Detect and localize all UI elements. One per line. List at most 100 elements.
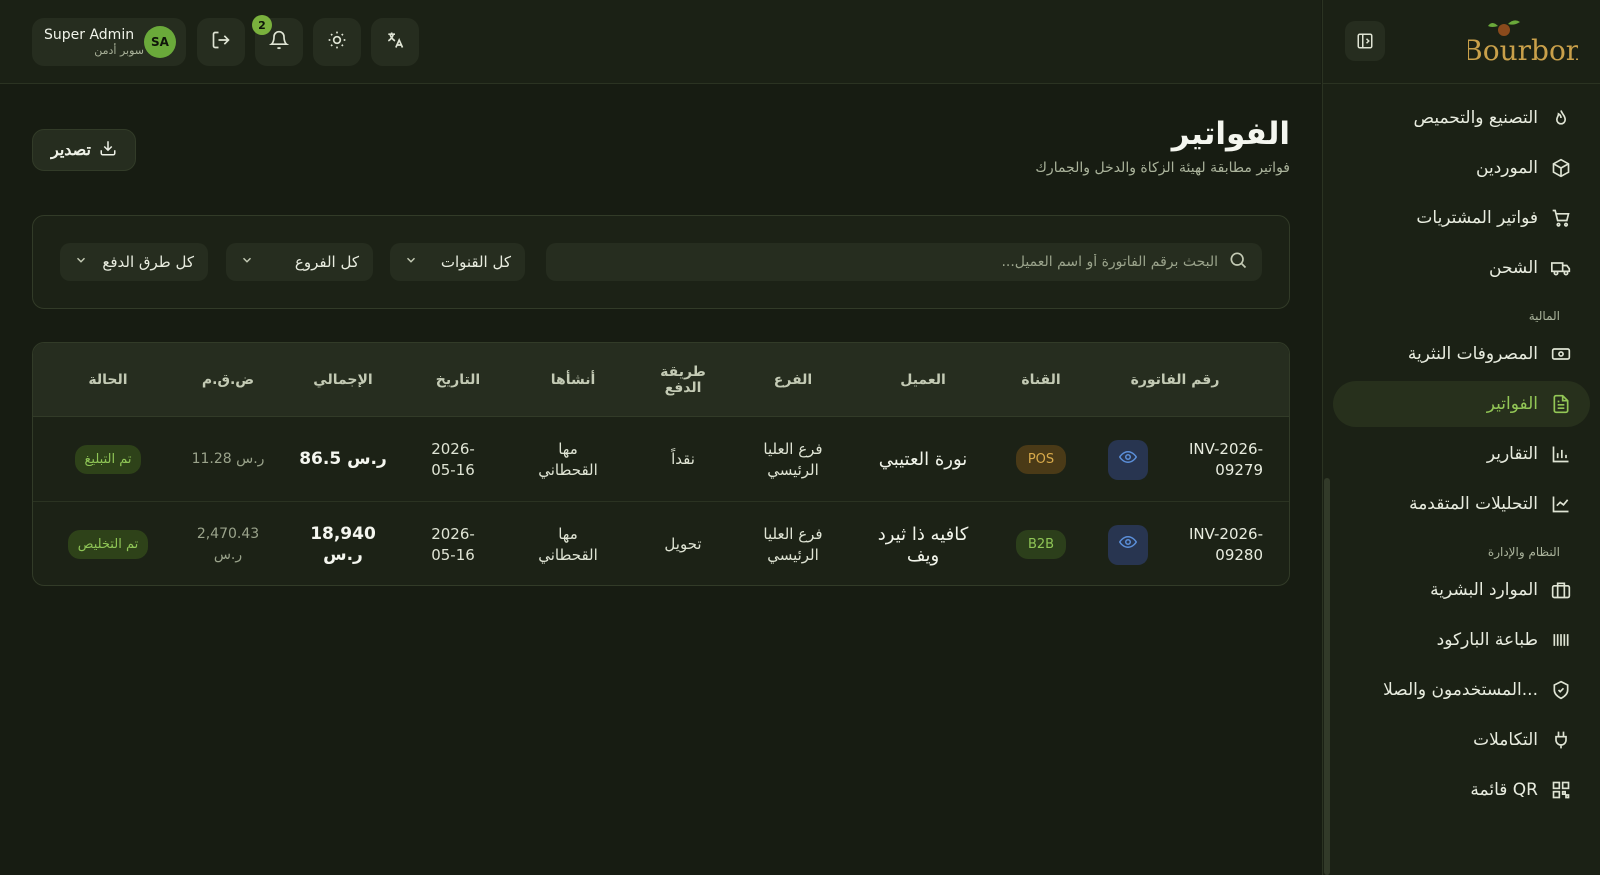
sidebar-collapse-button[interactable] <box>1345 21 1385 61</box>
channel-filter-select[interactable]: كل القنوات <box>390 243 525 281</box>
invoice-number[interactable]: INV-2026-09279 <box>1163 417 1263 502</box>
sidebar-item-label: الموردين <box>1476 158 1538 178</box>
payment-method: تحويل <box>664 535 702 553</box>
branch-filter-select[interactable]: كل الفروع <box>226 243 373 281</box>
invoice-total: 86.5 ر.س <box>299 449 387 469</box>
qr-icon <box>1550 779 1572 801</box>
cart-icon <box>1550 207 1572 229</box>
sidebar-item-label: قائمة QR <box>1470 780 1538 800</box>
theme-toggle-button[interactable] <box>313 18 361 66</box>
sidebar-item-suppliers[interactable]: الموردين <box>1333 145 1590 191</box>
th-channel[interactable]: القناة <box>1003 343 1079 417</box>
sidebar-item-users-permissions[interactable]: المستخدمون والصلا... <box>1333 667 1590 713</box>
customer-name: نورة العتيبي <box>878 449 968 470</box>
sidebar-header: Bourbon <box>1323 0 1600 84</box>
sidebar-item-label: فواتير المشتريات <box>1416 208 1538 228</box>
view-invoice-button-bg[interactable] <box>1108 524 1148 565</box>
th-invoice-no[interactable]: رقم الفاتورة <box>1115 343 1235 417</box>
invoice-number[interactable]: INV-2026-09280 <box>1163 502 1263 585</box>
channel-badge: B2B <box>1015 530 1067 559</box>
bar-chart-icon <box>1550 443 1572 465</box>
status-cell: تم التبليغ <box>53 417 163 502</box>
page-title: الفواتير <box>1171 116 1290 152</box>
user-info: Super Admin سوبر أدمن <box>44 27 144 57</box>
sidebar-item-reports[interactable]: التقارير <box>1333 431 1590 477</box>
sidebar-item-hr[interactable]: الموارد البشرية <box>1333 567 1590 613</box>
banknote-icon <box>1550 343 1572 365</box>
th-total[interactable]: الإجمالي <box>293 343 393 417</box>
notifications-button[interactable]: 2 <box>252 15 303 66</box>
sidebar-item-label: الموارد البشرية <box>1430 580 1538 600</box>
th-created-by[interactable]: أنشأها <box>523 343 623 417</box>
channel-cell: B2B <box>1003 502 1079 585</box>
channel-cell: POS <box>1003 417 1079 502</box>
sidebar-item-barcode[interactable]: طباعة الباركود <box>1333 617 1590 663</box>
th-status[interactable]: الحالة <box>53 343 163 417</box>
export-button[interactable]: تصدير <box>32 129 136 171</box>
sidebar-item-label: المصروفات النثرية <box>1407 344 1538 364</box>
logout-button[interactable] <box>197 18 245 66</box>
sidebar-item-petty-expenses[interactable]: المصروفات النثرية <box>1333 331 1590 377</box>
invoice-date: 2026-05-16 <box>431 524 475 564</box>
payment-method: نقداً <box>671 450 695 468</box>
svg-text:Bourbon: Bourbon <box>1468 34 1578 67</box>
created-by: مها القحطاني <box>538 524 598 564</box>
flame-icon <box>1550 107 1572 129</box>
sidebar-item-qr-menu[interactable]: قائمة QR <box>1333 767 1590 813</box>
sidebar-item-label: التحليلات المتقدمة <box>1409 494 1538 514</box>
eye-icon <box>1118 533 1138 557</box>
invoice-vat: 2,470.43 ر.س <box>196 525 260 563</box>
view-invoice-button[interactable] <box>1108 417 1148 502</box>
briefcase-icon <box>1550 579 1572 601</box>
branch-name: فرع العليا الرئيسي <box>763 524 823 564</box>
sidebar-nav: التصنيع والتحميص الموردين فواتير المشتري… <box>1333 95 1590 817</box>
file-text-icon <box>1550 393 1572 415</box>
page-subtitle: فواتير مطابقة لهيئة الزكاة والدخل والجما… <box>1035 160 1290 176</box>
th-date[interactable]: التاريخ <box>413 343 503 417</box>
branch-name: فرع العليا الرئيسي <box>763 439 823 479</box>
language-button[interactable] <box>371 18 419 66</box>
sidebar-item-label: الفواتير <box>1486 394 1538 414</box>
channel-badge: POS <box>1015 445 1067 474</box>
created-by: مها القحطاني <box>538 439 598 479</box>
sidebar-item-purchase-invoices[interactable]: فواتير المشتريات <box>1333 195 1590 241</box>
th-branch[interactable]: الفرع <box>743 343 843 417</box>
bell-icon <box>268 30 290 54</box>
brand-logo[interactable]: Bourbon <box>1462 18 1584 70</box>
logout-icon <box>211 30 231 54</box>
notification-count-badge: 2 <box>252 15 272 35</box>
nav-section-system: النظام والإدارة <box>1487 545 1560 559</box>
sidebar-scrollbar[interactable] <box>1324 478 1330 875</box>
search-input[interactable] <box>560 254 1218 270</box>
table-row[interactable]: INV-2026-09279 POS نورة العتيبي فرع العل… <box>33 417 1289 502</box>
barcode-icon <box>1550 629 1572 651</box>
filters-panel: كل القنوات كل الفروع كل طرق الدفع <box>32 215 1290 309</box>
truck-icon <box>1550 257 1572 279</box>
th-customer[interactable]: العميل <box>853 343 993 417</box>
sidebar-item-manufacturing[interactable]: التصنيع والتحميص <box>1333 95 1590 141</box>
th-payment[interactable]: طريقة الدفع <box>643 343 723 417</box>
shield-icon <box>1550 679 1572 701</box>
sidebar-item-advanced-analytics[interactable]: التحليلات المتقدمة <box>1333 481 1590 527</box>
sidebar: Bourbon التصنيع والتحميص الموردين فواتير… <box>1322 0 1600 875</box>
table-header: رقم الفاتورة القناة العميل الفرع طريقة ا… <box>33 343 1289 417</box>
translate-icon <box>385 30 405 54</box>
sidebar-item-invoices[interactable]: الفواتير <box>1333 381 1590 427</box>
table-row[interactable]: INV-2026-09280 B2B كافيه ذا ثيرد ويف فرع… <box>33 502 1289 585</box>
channel-filter-value: كل القنوات <box>440 253 511 271</box>
sidebar-item-shipping[interactable]: الشحن <box>1333 245 1590 291</box>
export-label: تصدير <box>50 142 91 159</box>
search-icon <box>1228 250 1248 274</box>
view-invoice-button-bg[interactable] <box>1108 439 1148 480</box>
invoice-vat: 11.28 ر.س <box>191 451 265 467</box>
topbar: Super Admin سوبر أدمن SA 2 <box>0 0 1321 84</box>
package-icon <box>1550 157 1572 179</box>
th-vat[interactable]: ض.ق.م <box>178 343 278 417</box>
payment-filter-select[interactable]: كل طرق الدفع <box>60 243 208 281</box>
chevron-down-icon <box>404 253 418 271</box>
view-invoice-button[interactable] <box>1108 502 1148 585</box>
status-badge: تم التخليص <box>67 530 149 559</box>
user-menu[interactable]: Super Admin سوبر أدمن SA <box>32 18 186 66</box>
avatar: SA <box>144 26 176 58</box>
sidebar-item-integrations[interactable]: التكاملات <box>1333 717 1590 763</box>
